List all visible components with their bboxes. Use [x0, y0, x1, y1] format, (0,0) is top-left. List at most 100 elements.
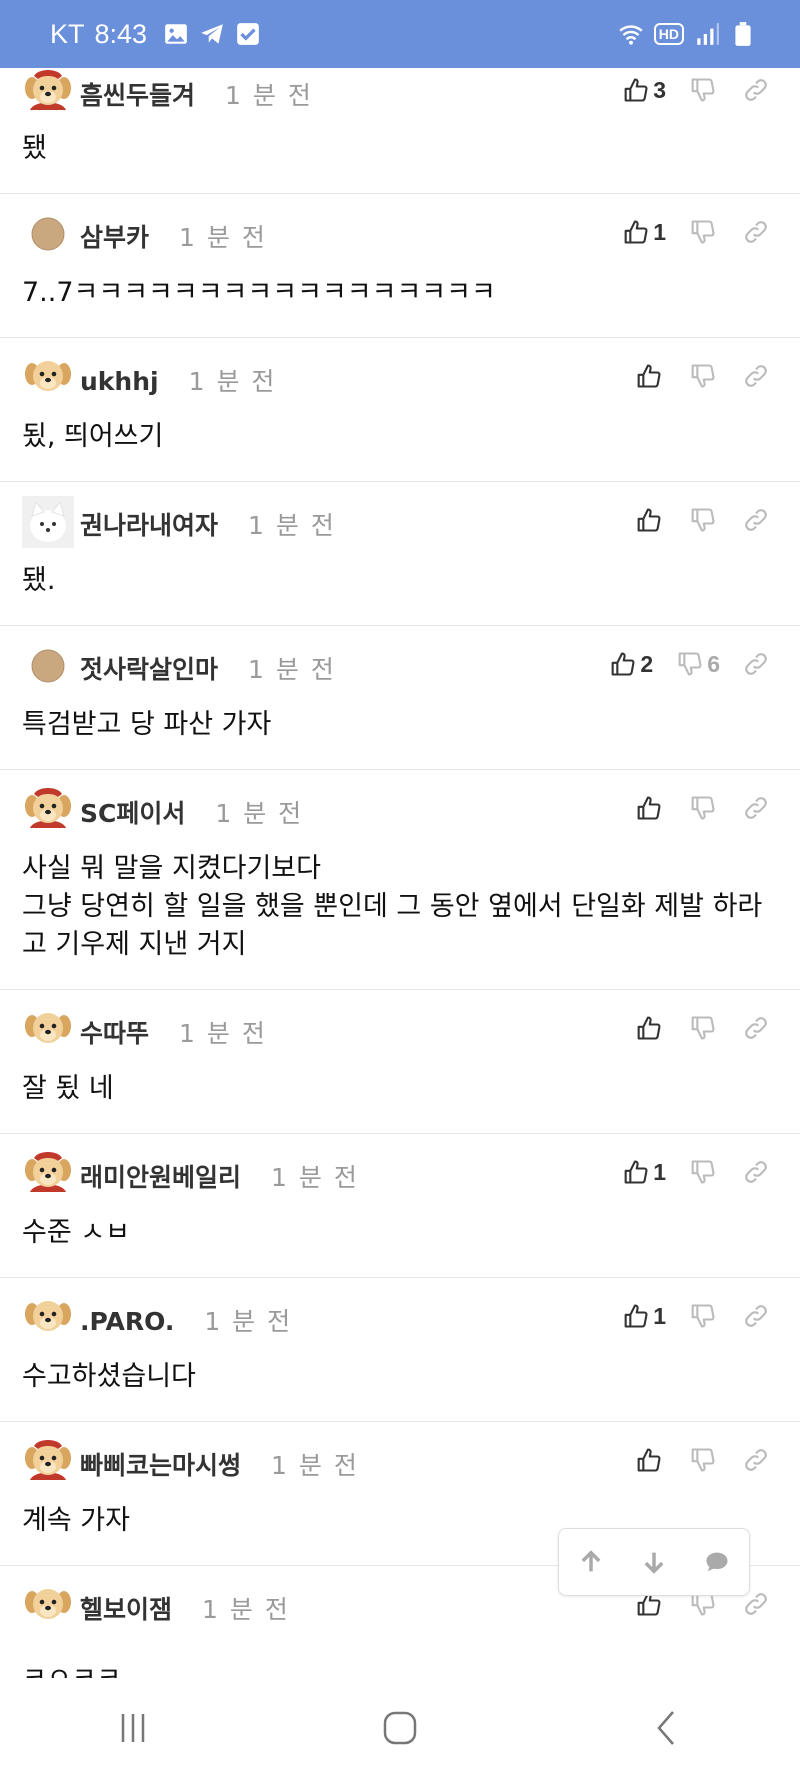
downvote-button[interactable] — [688, 362, 720, 390]
carrier-label: KT — [50, 18, 85, 49]
comment-actions — [612, 1014, 770, 1042]
comment-bubble-icon[interactable] — [703, 1548, 731, 1576]
share-link-button[interactable] — [742, 506, 770, 534]
avatar[interactable] — [22, 784, 74, 836]
username[interactable]: ukhhj 1 분 전 — [80, 362, 276, 398]
comment-header: 빠삐코는마시썽 1 분 전 — [0, 1434, 800, 1494]
upvote-count: 1 — [653, 1302, 666, 1329]
upvote-button[interactable] — [634, 1446, 666, 1474]
upvote-button[interactable] — [634, 362, 666, 390]
upvote-button[interactable]: 1 — [621, 1302, 666, 1330]
username-text: .PARO. — [80, 1307, 175, 1336]
comment-actions: 26 — [586, 650, 770, 678]
comment-header: ukhhj 1 분 전 — [0, 350, 800, 410]
arrow-up-icon[interactable] — [577, 1548, 605, 1576]
avatar[interactable] — [22, 352, 74, 404]
comment-actions — [612, 362, 770, 390]
username[interactable]: 헬보이잼 1 분 전 — [80, 1590, 290, 1626]
username[interactable]: 삼부카 1 분 전 — [80, 218, 267, 254]
upvote-button[interactable]: 3 — [621, 76, 666, 104]
share-link-button[interactable] — [742, 362, 770, 390]
share-link-button[interactable] — [742, 1158, 770, 1186]
avatar[interactable] — [22, 1436, 74, 1488]
downvote-button[interactable] — [688, 794, 720, 822]
comment-text: 됐 — [22, 133, 47, 164]
comment-header: 래미안원베일리 1 분 전 1 — [0, 1146, 800, 1206]
downvote-button[interactable]: 6 — [675, 650, 720, 678]
thumbs-down-icon — [691, 220, 715, 244]
comment-actions — [612, 506, 770, 534]
username[interactable]: 흠씬두들겨 1 분 전 — [80, 76, 313, 112]
comment-item: 권나라내여자 1 분 전 됐. — [0, 482, 800, 626]
username-text: 헬보이잼 — [80, 1595, 173, 1624]
username[interactable]: .PARO. 1 분 전 — [80, 1302, 292, 1338]
status-bar: KT 8:43 HD — [0, 0, 800, 68]
avatar[interactable] — [22, 1292, 74, 1344]
arrow-down-icon[interactable] — [640, 1548, 668, 1576]
thumbs-down-icon — [691, 1016, 715, 1040]
downvote-button[interactable] — [688, 218, 720, 246]
avatar[interactable] — [22, 66, 74, 118]
share-link-button[interactable] — [742, 1014, 770, 1042]
timestamp: 1 분 전 — [204, 1307, 293, 1336]
comment-actions: 1 — [599, 1158, 770, 1186]
comment-actions: 3 — [599, 76, 770, 104]
username[interactable]: 빠삐코는마시썽 1 분 전 — [80, 1446, 359, 1482]
comment-header: 권나라내여자 1 분 전 — [0, 494, 800, 554]
upvote-button[interactable]: 2 — [608, 650, 653, 678]
downvote-button[interactable] — [688, 1014, 720, 1042]
thumbs-down-icon — [678, 652, 702, 676]
username[interactable]: 래미안원베일리 1 분 전 — [80, 1158, 359, 1194]
username[interactable]: SC페이서 1 분 전 — [80, 794, 303, 830]
upvote-button[interactable] — [634, 1014, 666, 1042]
share-link-button[interactable] — [742, 650, 770, 678]
upvote-count: 3 — [653, 76, 666, 103]
share-link-button[interactable] — [742, 794, 770, 822]
recent-apps-icon[interactable] — [111, 1706, 155, 1750]
upvote-button[interactable] — [634, 506, 666, 534]
comment-text: 수고하셨습니다 — [22, 1361, 196, 1392]
upvote-button[interactable] — [634, 794, 666, 822]
avatar[interactable] — [22, 1148, 74, 1200]
comment-text: 잘 됬 네 — [22, 1073, 114, 1104]
username[interactable]: 젓사락살인마 1 분 전 — [80, 650, 336, 686]
downvote-button[interactable] — [688, 1158, 720, 1186]
avatar[interactable] — [22, 496, 74, 548]
username-text: SC페이서 — [80, 799, 186, 828]
comment-header: SC페이서 1 분 전 — [0, 782, 800, 842]
upvote-count: 1 — [653, 218, 666, 245]
timestamp: 1 분 전 — [271, 1451, 359, 1480]
username-text: ukhhj — [80, 367, 159, 396]
upvote-button[interactable]: 1 — [621, 218, 666, 246]
timestamp: 1 분 전 — [202, 1595, 290, 1624]
avatar[interactable] — [22, 208, 74, 260]
downvote-button[interactable] — [688, 1446, 720, 1474]
back-icon[interactable] — [645, 1706, 689, 1750]
comment-item: 삼부카 1 분 전 1 7..7ㅋㅋㅋㅋㅋㅋㅋㅋㅋㅋㅋㅋㅋㅋㅋㅋㅋ — [0, 194, 800, 338]
downvote-button[interactable] — [688, 1302, 720, 1330]
avatar[interactable] — [22, 640, 74, 692]
signal-icon — [697, 23, 719, 45]
timestamp: 1 분 전 — [271, 1163, 359, 1192]
downvote-button[interactable] — [688, 506, 720, 534]
thumbs-down-icon — [691, 78, 715, 102]
username-text: 삼부카 — [80, 223, 150, 252]
share-link-button[interactable] — [742, 1446, 770, 1474]
share-link-button[interactable] — [742, 76, 770, 104]
avatar[interactable] — [22, 1004, 74, 1056]
comment-actions: 1 — [599, 1302, 770, 1330]
comment-header: .PARO. 1 분 전 1 — [0, 1290, 800, 1350]
share-link-button[interactable] — [742, 1302, 770, 1330]
username[interactable]: 권나라내여자 1 분 전 — [80, 506, 336, 542]
timestamp: 1 분 전 — [248, 655, 336, 684]
username-text: 권나라내여자 — [80, 511, 219, 540]
downvote-button[interactable] — [688, 76, 720, 104]
username[interactable]: 수따뚜 1 분 전 — [80, 1014, 267, 1050]
comment-item: 래미안원베일리 1 분 전 1 수준 ㅅㅂ — [0, 1134, 800, 1278]
thumbs-up-icon — [637, 508, 661, 532]
avatar[interactable] — [22, 1580, 74, 1632]
home-icon[interactable] — [378, 1706, 422, 1750]
timestamp: 1 분 전 — [188, 367, 277, 396]
upvote-button[interactable]: 1 — [621, 1158, 666, 1186]
share-link-button[interactable] — [742, 218, 770, 246]
